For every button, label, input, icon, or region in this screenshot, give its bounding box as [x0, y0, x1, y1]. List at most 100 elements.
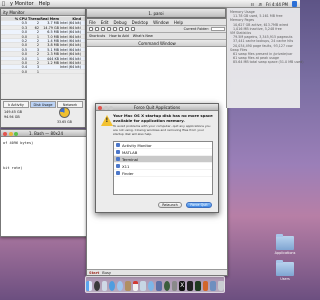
- column-header[interactable]: Real Mem: [40, 17, 60, 20]
- app-list-item[interactable]: MATLAB: [114, 149, 212, 156]
- users-folder-icon: [276, 260, 294, 276]
- relaunch-button[interactable]: Relaunch: [158, 202, 182, 208]
- menu-item-help[interactable]: Help: [39, 1, 50, 7]
- itunes-icon[interactable]: [148, 281, 154, 291]
- table-row[interactable]: 0.0 1: [1, 69, 85, 75]
- spotlight-icon[interactable]: [292, 1, 297, 7]
- table-cell: 62: [34, 25, 39, 30]
- tab-disk-usage[interactable]: Disk Usage: [30, 101, 56, 108]
- desktop-users[interactable]: Users: [272, 260, 298, 281]
- ical-icon[interactable]: [132, 281, 139, 291]
- close-button[interactable]: [98, 105, 102, 110]
- menu-edit[interactable]: Edit: [101, 20, 109, 25]
- table-cell: 0.0: [21, 60, 27, 65]
- table-cell: 2: [36, 38, 39, 43]
- app-list-item[interactable]: Terminal: [114, 156, 212, 163]
- activity-monitor-icon[interactable]: [194, 281, 201, 291]
- zoom-button[interactable]: [14, 131, 18, 136]
- app-list-item[interactable]: Finder: [114, 170, 212, 177]
- wifi-icon[interactable]: ☷: [251, 2, 255, 7]
- terminal-output[interactable]: of 4096 bytes) kit rate): [1, 137, 91, 175]
- matlab-icon[interactable]: [202, 281, 209, 291]
- shortcuts-label[interactable]: Shortcuts: [89, 34, 105, 38]
- menu-desktop[interactable]: Desktop: [132, 20, 149, 25]
- desktop-applications[interactable]: Applications: [272, 234, 298, 255]
- preview-icon[interactable]: [140, 281, 147, 291]
- warning-icon: [101, 115, 113, 126]
- column-header[interactable]: Kind: [60, 17, 82, 20]
- close-button[interactable]: [3, 131, 7, 136]
- undo-icon[interactable]: [119, 27, 123, 31]
- activity-monitor-window: ity Monitor % CPU Threads Real Mem Kind …: [0, 8, 86, 100]
- menu-help[interactable]: Help: [174, 20, 183, 25]
- open-file-icon[interactable]: [95, 27, 99, 31]
- app-icon: [116, 157, 120, 161]
- menu-file[interactable]: File: [89, 20, 96, 25]
- address-book-icon[interactable]: [124, 281, 131, 291]
- finder-icon[interactable]: [85, 281, 92, 291]
- table-cell: [1, 48, 13, 51]
- disk-size-used: 94.94 GB: [4, 114, 20, 119]
- app-list-item[interactable]: X11: [114, 163, 212, 170]
- terminal-icon[interactable]: [187, 281, 193, 291]
- time-machine-icon[interactable]: [163, 281, 170, 291]
- cut-icon[interactable]: [101, 27, 105, 31]
- table-cell: 1.2 MB: [47, 60, 59, 65]
- table-cell: Intel (64 bit): [60, 43, 82, 47]
- help-icon[interactable]: [131, 27, 135, 31]
- minimize-button[interactable]: [8, 131, 13, 136]
- force-quit-titlebar[interactable]: Force Quit Applications: [96, 104, 218, 111]
- top-terminal-titlebar[interactable]: 1. paroi: [87, 9, 225, 17]
- trash-icon[interactable]: [218, 281, 225, 291]
- safari-icon[interactable]: [109, 281, 116, 291]
- mail-icon[interactable]: [101, 281, 108, 291]
- table-cell: 0.0: [21, 56, 27, 60]
- app-list-item[interactable]: Activity Monitor: [114, 142, 212, 149]
- menu-bar:  y Monitor Help ☷ ♬ Fri 4:44 PM: [0, 0, 300, 8]
- column-header[interactable]: [1, 17, 13, 20]
- clock[interactable]: Fri 4:44 PM: [266, 2, 288, 7]
- column-header[interactable]: Threads: [28, 17, 40, 20]
- table-cell: Intel (64 bit): [60, 52, 82, 56]
- dialog-title: Force Quit Applications: [133, 105, 181, 110]
- terminal-window: 1. Bash — 80x24 of 4096 bytes) kit rate): [0, 129, 92, 237]
- force-quit-button[interactable]: Force Quit: [186, 202, 212, 208]
- copy-icon[interactable]: [107, 27, 111, 31]
- menu-window[interactable]: Window: [153, 20, 169, 25]
- tab-activity[interactable]: k Activity: [3, 101, 29, 108]
- app-name: Activity Monitor: [122, 142, 152, 148]
- minimize-button: [103, 105, 108, 110]
- documents-stack-icon[interactable]: [210, 281, 217, 291]
- simulink-icon[interactable]: [125, 27, 129, 31]
- process-table[interactable]: % CPU Threads Real Mem Kind 0.523.7 MBIn…: [1, 17, 85, 75]
- table-cell: 1: [36, 69, 39, 74]
- apple-icon[interactable]: : [2, 1, 5, 7]
- menu-item-app[interactable]: y Monitor: [10, 1, 34, 7]
- table-cell: 444 KB: [46, 56, 59, 60]
- column-header[interactable]: % CPU: [13, 17, 28, 20]
- ichat-icon[interactable]: [117, 281, 123, 291]
- table-cell: 0.4: [21, 65, 27, 69]
- menu-debug[interactable]: Debug: [113, 20, 126, 25]
- how-to-add-link[interactable]: How to Add: [109, 34, 129, 38]
- system-preferences-icon[interactable]: [171, 281, 178, 291]
- whats-new-link[interactable]: What's New: [133, 34, 153, 38]
- table-body: 0.5 2 3.7 MB Intel (64 bit) 0.3 62 14.79 GB Int…: [1, 21, 85, 75]
- app-icon: [116, 150, 120, 154]
- x11-icon[interactable]: X: [179, 281, 186, 291]
- table-cell: 0.5: [21, 21, 27, 25]
- paste-icon[interactable]: [113, 27, 117, 31]
- new-file-icon[interactable]: [89, 27, 93, 31]
- table-cell: 0.5: [21, 47, 27, 52]
- start-button[interactable]: Start: [89, 271, 99, 275]
- application-list[interactable]: Activity Monitor MATLAB Terminal X11 Finder: [113, 141, 213, 195]
- current-folder-input[interactable]: [211, 27, 225, 31]
- spaces-icon[interactable]: [156, 281, 162, 291]
- activity-monitor-titlebar[interactable]: ity Monitor: [1, 9, 85, 16]
- terminal-titlebar[interactable]: 1. Bash — 80x24: [1, 130, 91, 137]
- dashboard-icon[interactable]: [93, 281, 100, 291]
- table-cell: Intel (64 bit): [60, 65, 82, 69]
- volume-icon[interactable]: ♬: [258, 2, 262, 7]
- terminal-line: of 4096 bytes): [3, 141, 34, 145]
- window-title: 1. Bash — 80x24: [29, 131, 63, 136]
